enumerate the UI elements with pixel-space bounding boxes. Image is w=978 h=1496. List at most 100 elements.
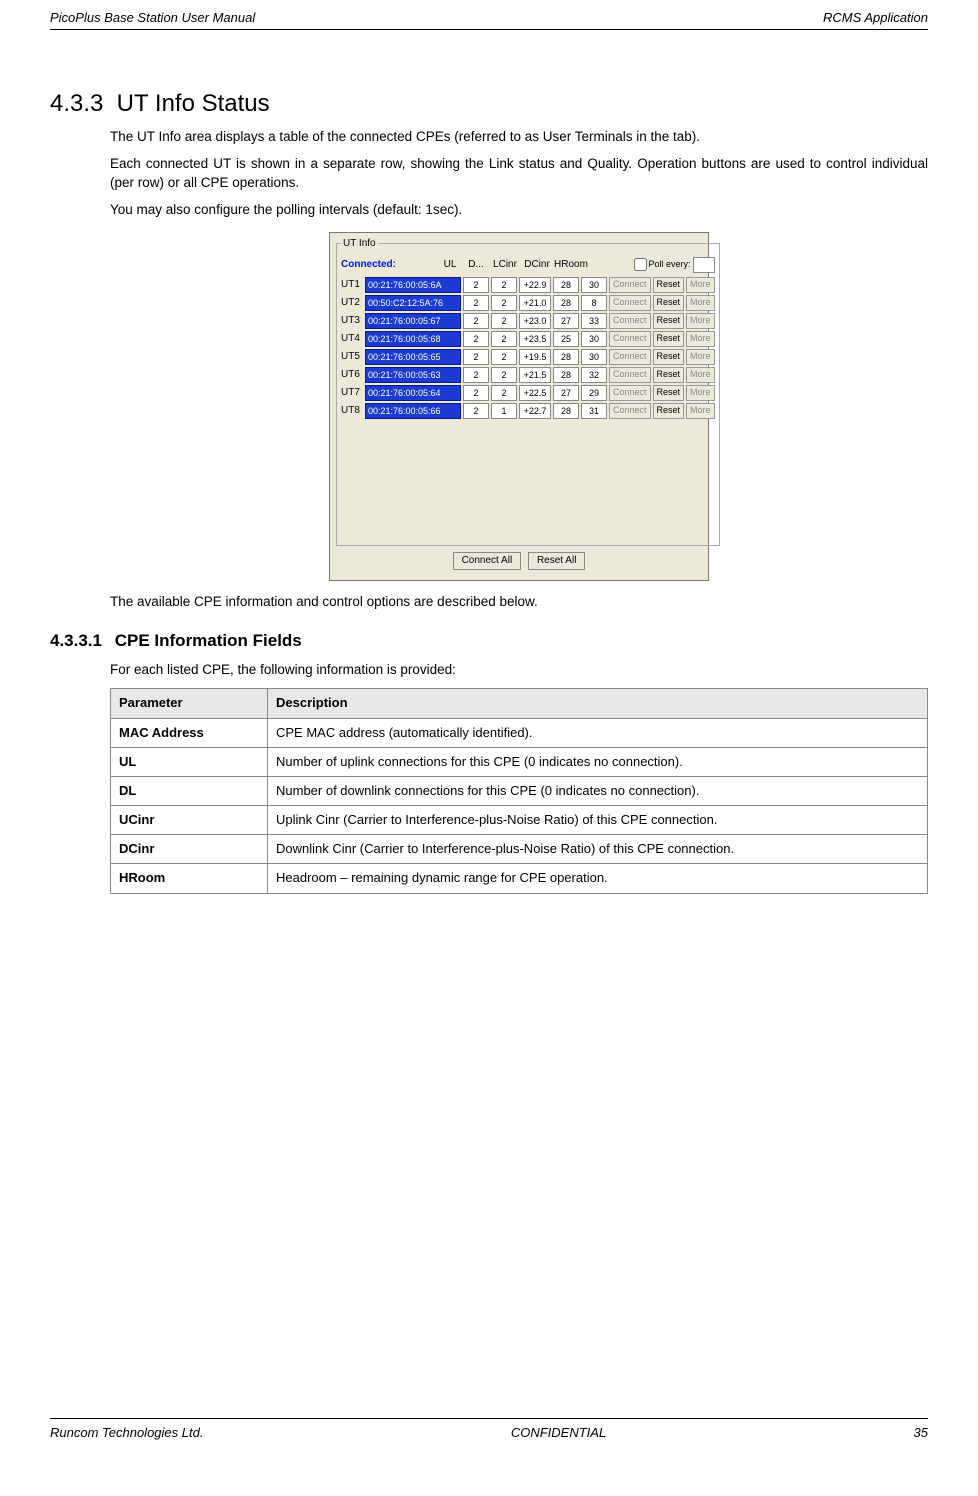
col-hroom: HRoom	[554, 258, 588, 272]
ut-mac[interactable]: 00:21:76:00:05:64	[365, 385, 461, 401]
ut-hroom: 30	[581, 349, 607, 365]
ut-ucinr: +23.0	[519, 313, 551, 329]
poll-interval-spinner[interactable]	[693, 257, 715, 273]
ut-mac[interactable]: 00:21:76:00:05:66	[365, 403, 461, 419]
table-row: DCinrDownlink Cinr (Carrier to Interfere…	[111, 835, 928, 864]
reset-button[interactable]: Reset	[653, 349, 685, 365]
ut-ul: 2	[463, 331, 489, 347]
col-ucinr: LCinr	[490, 258, 520, 272]
connect-button[interactable]: Connect	[609, 331, 651, 347]
ut-hroom: 30	[581, 331, 607, 347]
ut-dl: 2	[491, 385, 517, 401]
param-name: HRoom	[111, 864, 268, 893]
param-desc: Number of uplink connections for this CP…	[268, 747, 928, 776]
ut-id: UT5	[341, 350, 363, 364]
connect-button[interactable]: Connect	[609, 295, 651, 311]
connect-button[interactable]: Connect	[609, 277, 651, 293]
connected-label: Connected:	[341, 258, 436, 272]
ut-mac[interactable]: 00:21:76:00:05:68	[365, 331, 461, 347]
more-button[interactable]: More	[686, 295, 715, 311]
reset-button[interactable]: Reset	[653, 313, 685, 329]
ut-hroom: 31	[581, 403, 607, 419]
th-description: Description	[268, 689, 928, 718]
param-desc: Number of downlink connections for this …	[268, 776, 928, 805]
ut-ucinr: +23.5	[519, 331, 551, 347]
header-left: PicoPlus Base Station User Manual	[50, 10, 255, 25]
header-right: RCMS Application	[823, 10, 928, 25]
connect-button[interactable]: Connect	[609, 349, 651, 365]
connect-button[interactable]: Connect	[609, 313, 651, 329]
reset-button[interactable]: Reset	[653, 277, 685, 293]
ut-ul: 2	[463, 403, 489, 419]
ut-ucinr: +21.5	[519, 367, 551, 383]
more-button[interactable]: More	[686, 385, 715, 401]
paragraph-4: The available CPE information and contro…	[110, 593, 928, 612]
footer-center: CONFIDENTIAL	[511, 1425, 606, 1440]
section-title: UT Info Status	[117, 90, 270, 117]
paragraph-2: Each connected UT is shown in a separate…	[110, 155, 928, 193]
ut-dl: 2	[491, 295, 517, 311]
param-name: UL	[111, 747, 268, 776]
param-desc: Headroom – remaining dynamic range for C…	[268, 864, 928, 893]
reset-button[interactable]: Reset	[653, 295, 685, 311]
reset-button[interactable]: Reset	[653, 403, 685, 419]
ut-row: UT100:21:76:00:05:6A22+22.92830ConnectRe…	[341, 277, 715, 293]
ut-id: UT1	[341, 278, 363, 292]
ut-row: UT700:21:76:00:05:6422+22.52729ConnectRe…	[341, 385, 715, 401]
ut-hroom: 8	[581, 295, 607, 311]
ut-id: UT6	[341, 368, 363, 382]
section-heading: 4.3.3 UT Info Status	[50, 90, 928, 118]
ut-ul: 2	[463, 295, 489, 311]
ut-ucinr: +21.0	[519, 295, 551, 311]
footer-right: 35	[914, 1425, 928, 1440]
connect-button[interactable]: Connect	[609, 367, 651, 383]
ut-ucinr: +22.5	[519, 385, 551, 401]
ut-ucinr: +19.5	[519, 349, 551, 365]
table-row: MAC AddressCPE MAC address (automaticall…	[111, 718, 928, 747]
more-button[interactable]: More	[686, 277, 715, 293]
paragraph-3: You may also configure the polling inter…	[110, 201, 928, 220]
more-button[interactable]: More	[686, 331, 715, 347]
connect-button[interactable]: Connect	[609, 385, 651, 401]
ut-hroom: 33	[581, 313, 607, 329]
reset-button[interactable]: Reset	[653, 331, 685, 347]
connect-button[interactable]: Connect	[609, 403, 651, 419]
ut-info-legend: UT Info	[341, 237, 378, 251]
ut-row: UT500:21:76:00:05:6522+19.52830ConnectRe…	[341, 349, 715, 365]
poll-label: Poll every:	[649, 258, 691, 271]
ut-id: UT2	[341, 296, 363, 310]
more-button[interactable]: More	[686, 313, 715, 329]
section-number: 4.3.3	[50, 90, 110, 118]
ut-hroom: 30	[581, 277, 607, 293]
connect-all-button[interactable]: Connect All	[453, 552, 522, 570]
ut-dl: 2	[491, 313, 517, 329]
more-button[interactable]: More	[686, 403, 715, 419]
subsection-heading: 4.3.3.1 CPE Information Fields	[50, 631, 928, 651]
ut-mac[interactable]: 00:50:C2:12:5A:76	[365, 295, 461, 311]
reset-all-button[interactable]: Reset All	[528, 552, 585, 570]
ut-row: UT200:50:C2:12:5A:7622+21.0288ConnectRes…	[341, 295, 715, 311]
ut-dl: 2	[491, 367, 517, 383]
paragraph-1: The UT Info area displays a table of the…	[110, 128, 928, 147]
ut-mac[interactable]: 00:21:76:00:05:67	[365, 313, 461, 329]
ut-id: UT7	[341, 386, 363, 400]
poll-checkbox[interactable]	[634, 258, 647, 271]
ut-id: UT3	[341, 314, 363, 328]
ut-ul: 2	[463, 277, 489, 293]
reset-button[interactable]: Reset	[653, 385, 685, 401]
ut-row: UT400:21:76:00:05:6822+23.52530ConnectRe…	[341, 331, 715, 347]
ut-mac[interactable]: 00:21:76:00:05:6A	[365, 277, 461, 293]
param-desc: Downlink Cinr (Carrier to Interference-p…	[268, 835, 928, 864]
ut-dcinr: 28	[553, 277, 579, 293]
ut-ucinr: +22.7	[519, 403, 551, 419]
ut-info-screenshot: UT Info Connected: UL D... LCinr DCinr H…	[329, 232, 709, 581]
table-intro: For each listed CPE, the following infor…	[110, 661, 928, 680]
more-button[interactable]: More	[686, 367, 715, 383]
param-name: MAC Address	[111, 718, 268, 747]
reset-button[interactable]: Reset	[653, 367, 685, 383]
more-button[interactable]: More	[686, 349, 715, 365]
ut-ul: 2	[463, 349, 489, 365]
ut-mac[interactable]: 00:21:76:00:05:63	[365, 367, 461, 383]
ut-mac[interactable]: 00:21:76:00:05:65	[365, 349, 461, 365]
ut-hroom: 32	[581, 367, 607, 383]
